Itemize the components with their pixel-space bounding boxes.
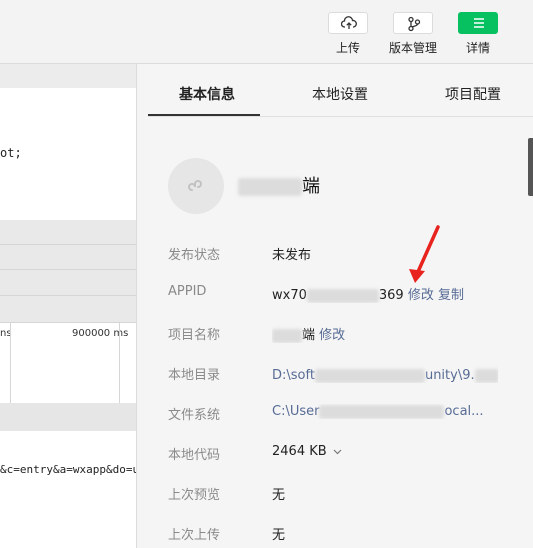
console-panel: [0, 431, 136, 548]
local-code-value[interactable]: 2464 KB: [272, 444, 342, 459]
redacted-text: [238, 178, 302, 196]
top-toolbar: 上传 版本管理 详情: [0, 0, 533, 64]
file-system-label: 文件系统: [168, 408, 221, 423]
project-name-value: 端 修改: [272, 324, 345, 343]
app-avatar: [168, 158, 224, 214]
local-code-label: 本地代码: [168, 448, 221, 463]
project-name-label: 项目名称: [168, 328, 221, 343]
appid-label: APPID: [168, 284, 207, 299]
publish-status-label: 发布状态: [168, 248, 221, 263]
details-panel: 基本信息 本地设置 项目配置 端 发布状态 未发布 APPID wx70 369 …: [138, 64, 533, 548]
info-row-local-dir: 本地目录 D:\softunity\9.端: [168, 364, 528, 384]
app-name: 端: [238, 172, 320, 198]
appid-value: wx70 369 修改 复制: [272, 288, 465, 303]
panel-header: [0, 270, 136, 295]
miniprogram-logo-icon: [188, 180, 202, 191]
info-row-last-upload: 上次上传 无: [168, 524, 528, 544]
details-tabs: 基本信息 本地设置 项目配置: [148, 64, 533, 117]
appid-edit-link[interactable]: 修改: [408, 288, 434, 303]
panel-header: [0, 245, 136, 269]
url-line: &c=entry&a=wxapp&do=u: [0, 463, 137, 476]
info-row-last-preview: 上次预览 无: [168, 484, 528, 504]
local-dir-value[interactable]: D:\softunity\9.端: [272, 364, 498, 383]
upload-label: 上传: [335, 41, 360, 55]
project-name-edit-link[interactable]: 修改: [319, 328, 345, 343]
upload-button[interactable]: 上传: [318, 12, 378, 56]
last-preview-label: 上次预览: [168, 488, 221, 503]
details-label: 详情: [465, 41, 490, 55]
local-dir-label: 本地目录: [168, 368, 221, 383]
editor-area: ot; ns 900000 ms &c=entry&a=wxapp&do=u: [0, 64, 137, 548]
tab-local-settings[interactable]: 本地设置: [312, 84, 368, 104]
tab-project-config[interactable]: 项目配置: [445, 84, 501, 104]
info-row-local-code: 本地代码 2464 KB: [168, 444, 528, 464]
info-row-appid: APPID wx70 369 修改 复制: [168, 284, 528, 304]
info-row-publish-status: 发布状态 未发布: [168, 244, 528, 264]
tab-basic-info[interactable]: 基本信息: [179, 84, 235, 104]
last-upload-value: 无: [272, 528, 286, 543]
info-row-file-system: 文件系统 C:\User ocal...: [168, 404, 528, 424]
panel-header: [0, 296, 136, 322]
chevron-down-icon: [333, 449, 342, 454]
red-arrow-annotation-icon: [409, 225, 440, 283]
active-tab-indicator: [148, 114, 260, 116]
last-upload-label: 上次上传: [168, 528, 221, 543]
details-button[interactable]: 详情: [448, 12, 508, 56]
scrollbar-handle[interactable]: [528, 138, 533, 196]
appid-copy-link[interactable]: 复制: [438, 288, 464, 303]
code-line: ot;: [0, 146, 22, 160]
file-system-value[interactable]: C:\User ocal...: [272, 404, 504, 419]
version-manage-button[interactable]: 版本管理: [383, 12, 443, 56]
menu-icon: [458, 12, 498, 34]
version-manage-label: 版本管理: [388, 41, 437, 55]
panel-header: [0, 220, 136, 244]
cloud-upload-icon: [328, 12, 368, 34]
publish-status-value: 未发布: [272, 248, 312, 263]
last-preview-value: 无: [272, 488, 286, 503]
info-row-project-name: 项目名称 端 修改: [168, 324, 528, 344]
panel-header: [0, 403, 136, 431]
branch-icon: [393, 12, 433, 34]
